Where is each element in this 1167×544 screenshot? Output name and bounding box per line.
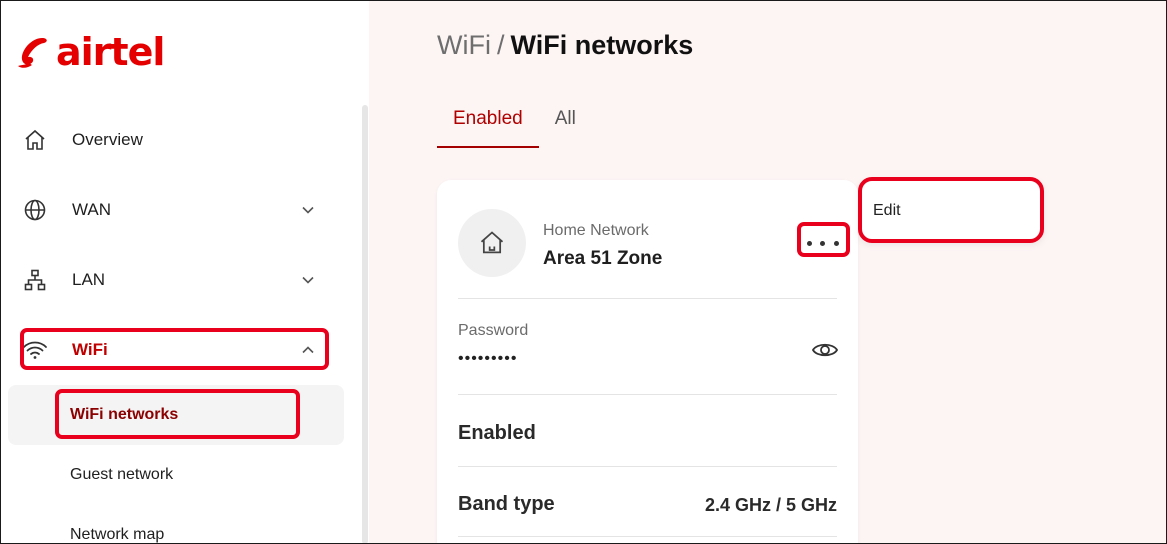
- eye-icon: [811, 343, 839, 357]
- network-card: Home Network Area 51 Zone Password •••••…: [437, 180, 858, 544]
- network-avatar: [458, 209, 526, 277]
- chevron-down-icon: [302, 276, 314, 284]
- highlight-wifi: [20, 328, 329, 370]
- card-divider: [458, 536, 837, 537]
- sidebar-item-label: WAN: [72, 200, 112, 219]
- sidebar-item-overview[interactable]: Overview: [22, 120, 322, 160]
- network-name: Area 51 Zone: [543, 248, 663, 269]
- chevron-down-icon: [302, 206, 314, 214]
- status-label: Enabled: [458, 422, 536, 444]
- password-value: •••••••••: [458, 350, 518, 367]
- password-label: Password: [458, 322, 529, 339]
- sidebar-subitem-network-map[interactable]: Network map: [8, 505, 344, 544]
- home-icon: [22, 127, 48, 153]
- breadcrumb: WiFi / WiFi networks: [437, 30, 693, 61]
- page-title: WiFi networks: [510, 30, 694, 60]
- brand-name: airtel: [56, 30, 165, 74]
- tab-all[interactable]: All: [539, 100, 592, 148]
- band-type-value: 2.4 GHz / 5 GHz: [704, 495, 837, 515]
- globe-icon: [22, 197, 48, 223]
- tab-enabled[interactable]: Enabled: [437, 100, 539, 148]
- tab-bar: Enabled All: [437, 100, 592, 150]
- sidebar-scrollbar[interactable]: [362, 105, 368, 544]
- sidebar-item-lan[interactable]: LAN: [22, 260, 322, 300]
- home-icon: [480, 231, 504, 254]
- main-content: WiFi / WiFi networks Enabled All Home Ne…: [369, 0, 1167, 544]
- card-divider: [458, 298, 837, 299]
- band-type-label: Band type: [458, 493, 555, 515]
- airtel-logo[interactable]: airtel: [12, 28, 165, 76]
- show-password-button[interactable]: [811, 338, 839, 362]
- sidebar-subitem-label: Guest network: [70, 466, 174, 483]
- sidebar-item-wan[interactable]: WAN: [22, 190, 322, 230]
- airtel-swirl-icon: [18, 38, 47, 68]
- network-type-label: Home Network: [543, 222, 649, 239]
- sidebar-item-label: Overview: [72, 130, 143, 149]
- breadcrumb-separator: /: [496, 30, 505, 60]
- sidebar-subitem-label: Network map: [70, 526, 165, 543]
- sidebar-item-label: LAN: [72, 270, 106, 289]
- card-divider: [458, 466, 837, 467]
- sidebar-subitem-guest-network[interactable]: Guest network: [8, 445, 344, 505]
- highlight-edit: [858, 177, 1044, 243]
- sidebar: airtel Overview WAN LAN WiFi WiFi networ…: [0, 0, 369, 544]
- card-divider: [458, 394, 837, 395]
- highlight-more-options: [797, 222, 850, 257]
- highlight-wifi-networks: [55, 389, 300, 439]
- breadcrumb-parent[interactable]: WiFi: [437, 30, 491, 61]
- network-tree-icon: [22, 267, 48, 293]
